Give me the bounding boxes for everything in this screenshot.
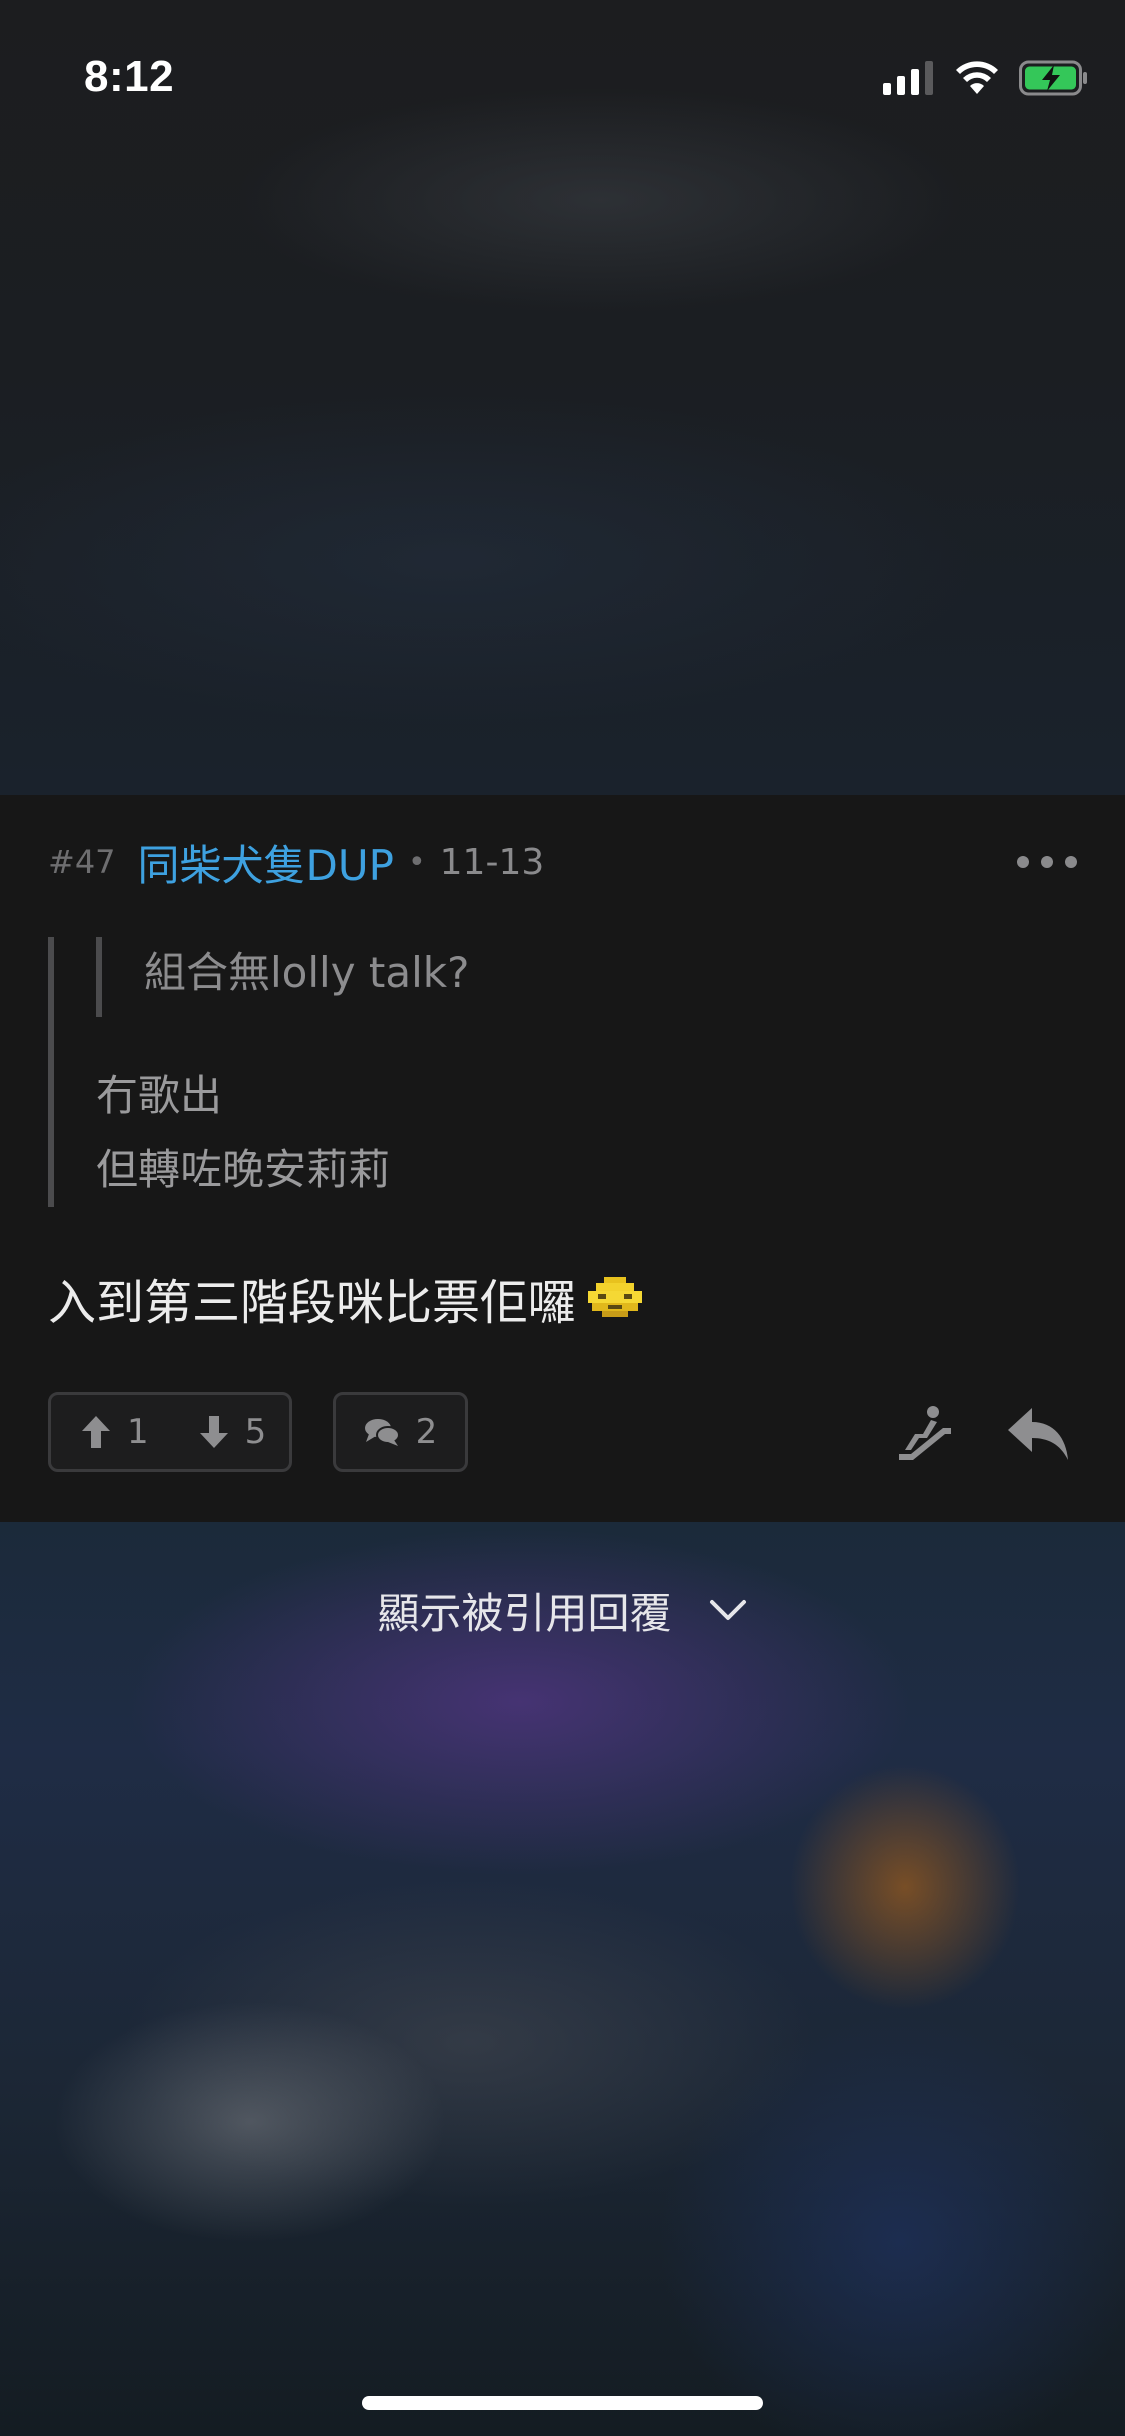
- status-bar: 8:12: [0, 0, 1125, 150]
- quote-block[interactable]: 組合無lolly talk? 冇歌出 但轉咗晚安莉莉: [48, 937, 954, 1207]
- comment-bubbles-icon: [364, 1419, 400, 1446]
- post-number: #47: [48, 843, 116, 881]
- arrow-up-icon: [82, 1416, 110, 1448]
- status-time: 8:12: [84, 52, 175, 101]
- nested-quote-text: 組合無lolly talk?: [144, 948, 470, 997]
- more-options-button[interactable]: [1017, 845, 1077, 879]
- blurred-background-bottom: [0, 1522, 1125, 2436]
- chevron-down-icon: [709, 1600, 746, 1620]
- header-separator: •: [407, 844, 426, 880]
- quote-text: 冇歌出 但轉咗晚安莉莉: [96, 1059, 390, 1207]
- comments-button[interactable]: 2: [333, 1392, 468, 1472]
- comment-count: 2: [415, 1412, 438, 1452]
- screen: 8:12 #47 同柴犬隻DUP • 11-13 組合無lolly talk? …: [0, 0, 1125, 2436]
- show-quoted-label: 顯示被引用回覆: [377, 1588, 672, 1638]
- more-dot: [1041, 856, 1053, 868]
- quote-line: 冇歌出: [96, 1071, 223, 1120]
- upvote-button[interactable]: 1: [81, 1412, 149, 1452]
- status-icons: [883, 60, 1089, 96]
- post-header: #47 同柴犬隻DUP • 11-13: [48, 835, 1077, 890]
- vote-box: 1 5: [48, 1392, 292, 1472]
- post-content: 入到第三階段咪比票佢囉: [48, 1263, 646, 1333]
- arrow-down-icon: [199, 1416, 228, 1448]
- quote-line: 但轉咗晚安莉莉: [96, 1145, 391, 1194]
- downvote-button[interactable]: 5: [199, 1412, 267, 1452]
- post-card: #47 同柴犬隻DUP • 11-13 組合無lolly talk? 冇歌出 但…: [0, 795, 1125, 1522]
- upvote-count: 1: [127, 1412, 149, 1452]
- more-dot: [1017, 856, 1029, 868]
- wifi-icon: [956, 61, 998, 94]
- escalator-icon[interactable]: [893, 1400, 957, 1464]
- post-content-text: 入到第三階段咪比票佢囉: [48, 1275, 577, 1331]
- nested-quote: 組合無lolly talk?: [96, 937, 469, 1017]
- pixel-emoji-icon: [588, 1277, 643, 1317]
- author-name-link[interactable]: 同柴犬隻DUP: [138, 832, 394, 893]
- more-dot: [1065, 856, 1077, 868]
- post-date: 11-13: [439, 841, 545, 883]
- cellular-signal-icon: [883, 61, 933, 95]
- downvote-count: 5: [244, 1412, 267, 1452]
- battery-charging-icon: [1019, 60, 1087, 96]
- show-quoted-replies-button[interactable]: 顯示被引用回覆: [0, 1580, 1125, 1640]
- reply-arrow-icon[interactable]: [1006, 1400, 1070, 1464]
- home-indicator[interactable]: [362, 2396, 763, 2410]
